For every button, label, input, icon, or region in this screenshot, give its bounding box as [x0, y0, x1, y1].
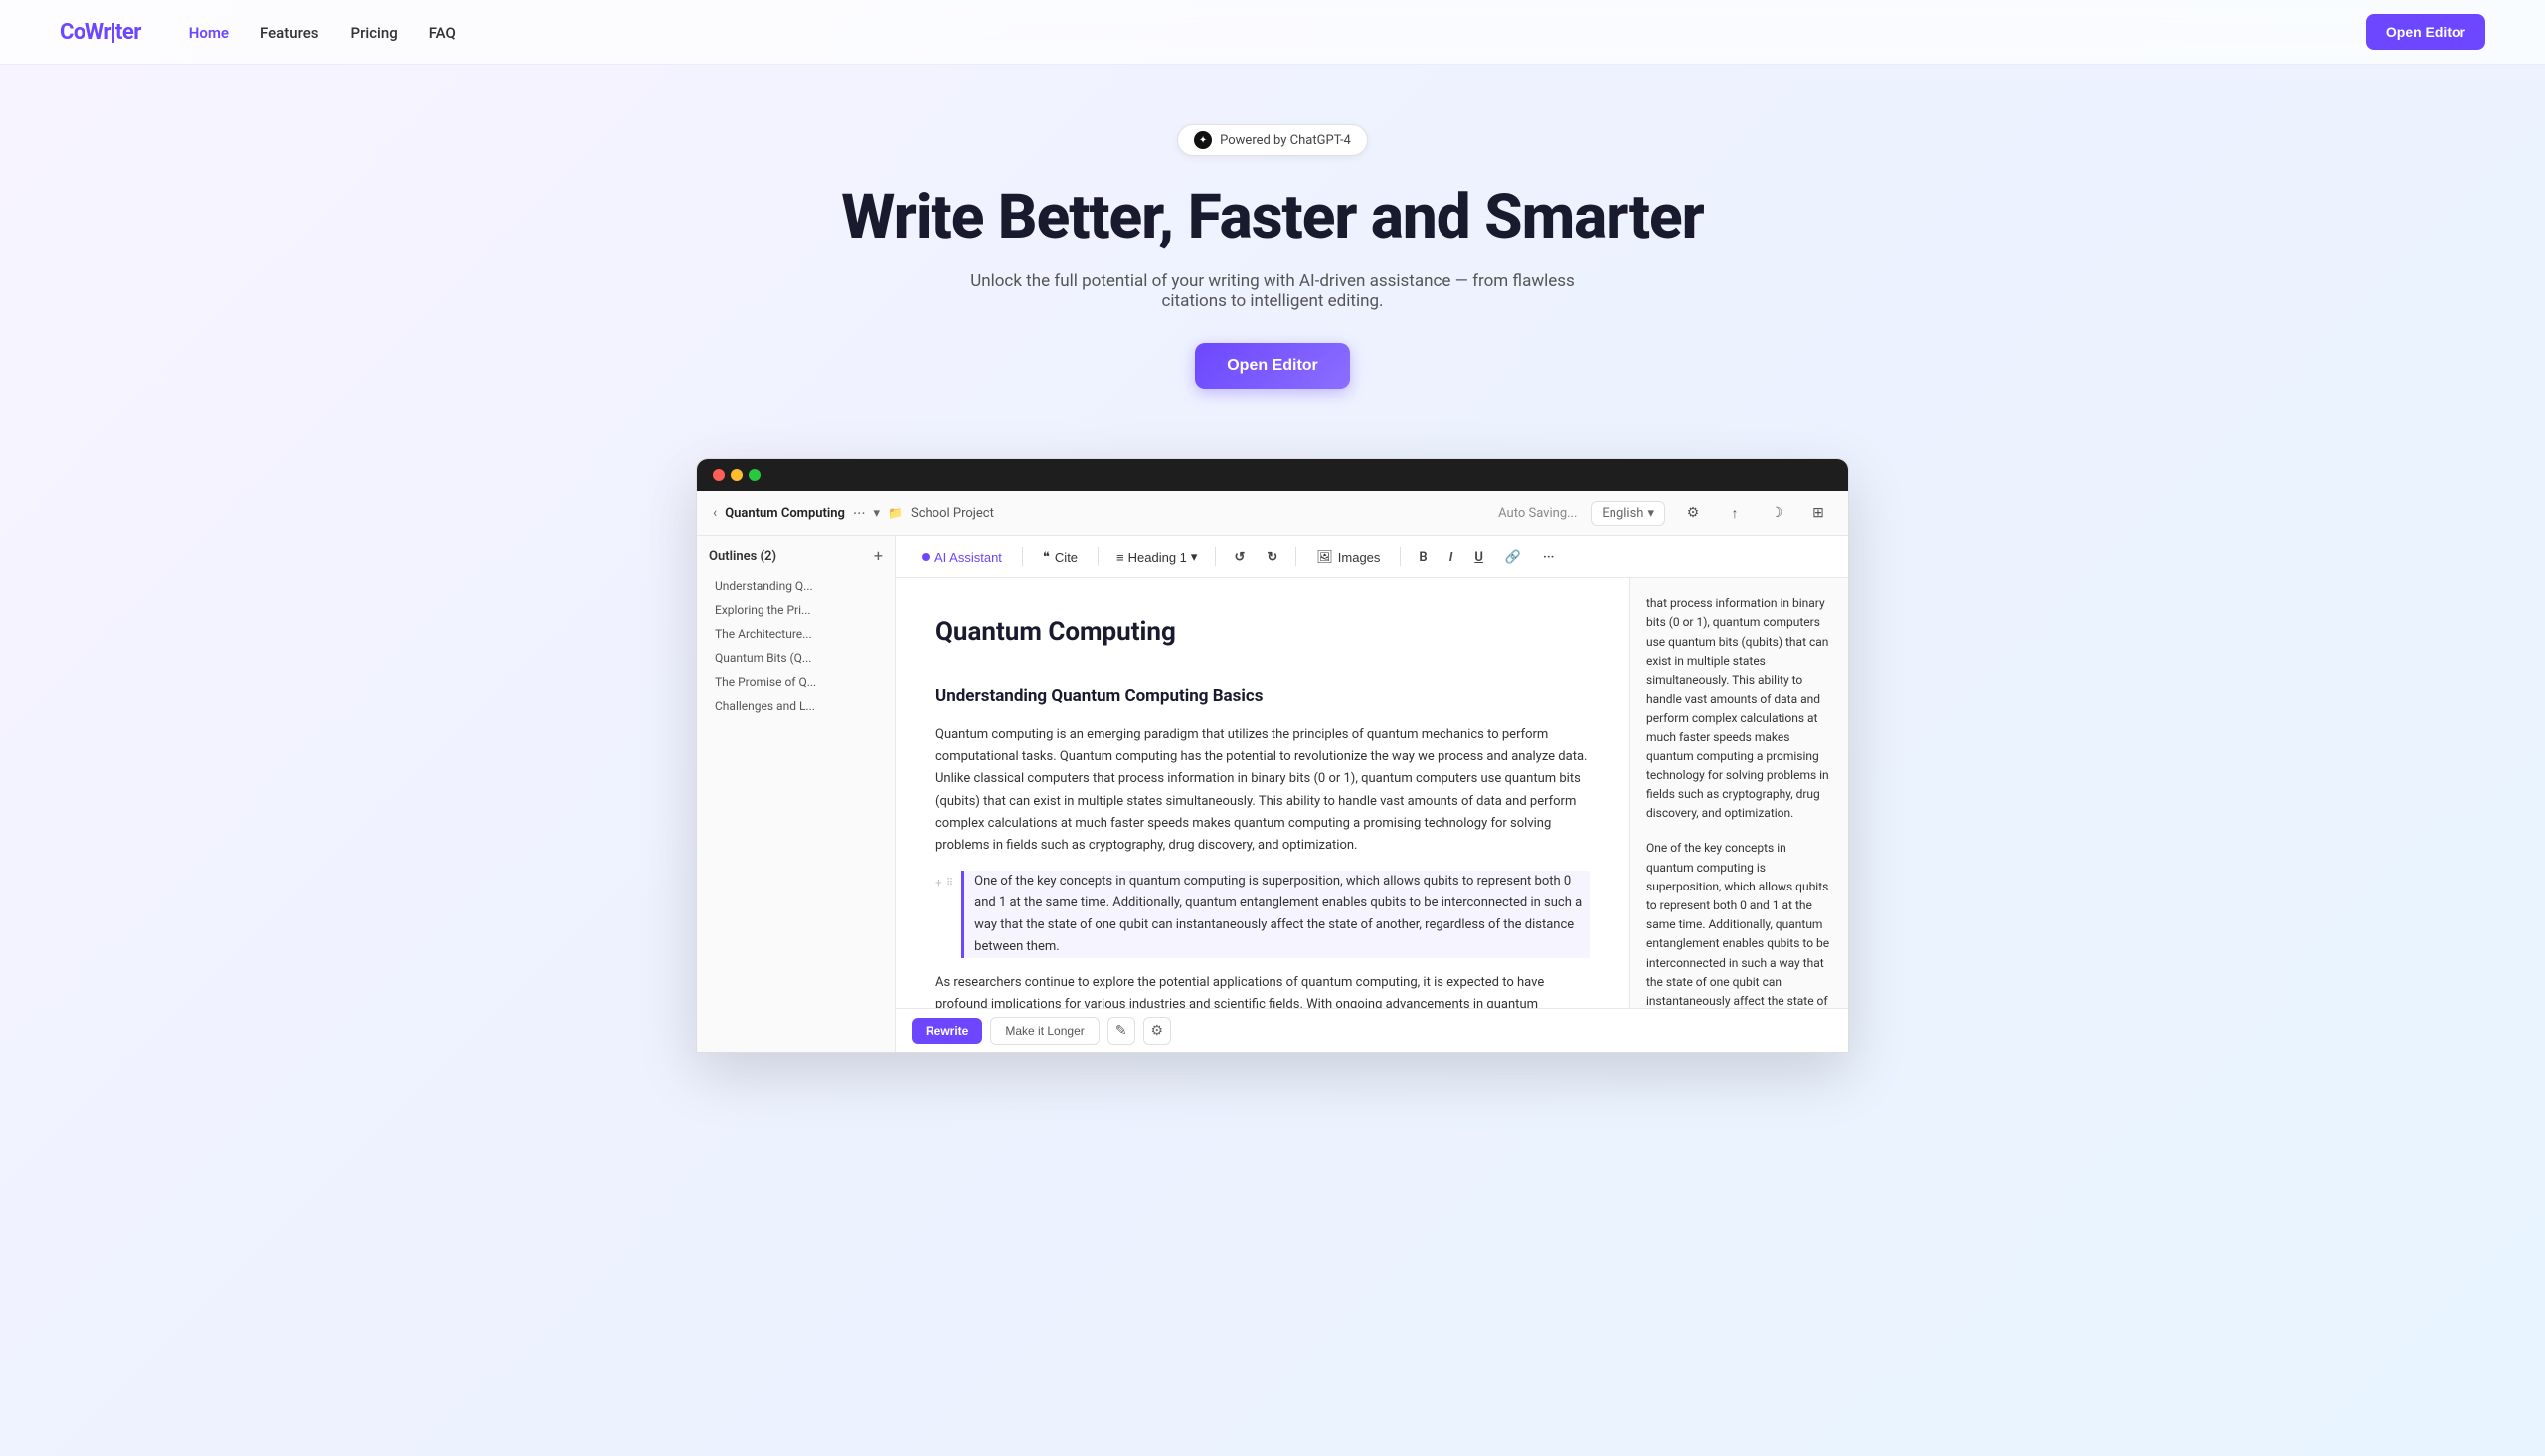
link-button[interactable]: 🔗	[1497, 545, 1529, 569]
nav-features[interactable]: Features	[260, 24, 318, 42]
logo-cursor	[112, 23, 114, 43]
navbar: CoWrter Home Features Pricing FAQ Open E…	[0, 0, 2545, 65]
more-toolbar-button[interactable]: ···	[1535, 545, 1562, 569]
outline-item-3[interactable]: The Architecture...	[709, 623, 883, 645]
share-icon[interactable]: ↑	[1721, 499, 1749, 527]
editor-content-area: Quantum Computing Understanding Quantum …	[896, 578, 1848, 1008]
document-title: Quantum Computing	[935, 610, 1590, 654]
italic-button[interactable]: I	[1442, 545, 1461, 569]
editor-frame: ‹ Quantum Computing ··· ▾ 📁 School Proje…	[696, 458, 1849, 1053]
language-selector[interactable]: English ▾	[1591, 501, 1665, 526]
underline-button[interactable]: U	[1466, 545, 1491, 569]
toolbar-divider-1	[1022, 547, 1023, 566]
ai-assistant-label: AI Assistant	[934, 550, 1002, 565]
editor-bottom-bar: Rewrite Make it Longer ✎ ⚙	[896, 1008, 1848, 1052]
edit-icon-button[interactable]: ✎	[1107, 1017, 1135, 1045]
dot-minimize	[731, 469, 743, 481]
hero-subtext: Unlock the full potential of your writin…	[964, 271, 1581, 311]
cite-label: Cite	[1055, 550, 1078, 565]
editor-right-panel: that process information in binary bits …	[1629, 578, 1848, 1008]
add-outline-button[interactable]: +	[874, 548, 883, 564]
hero-section: ✦ Powered by ChatGPT-4 Write Better, Fas…	[0, 65, 2545, 418]
paragraph-2: One of the key concepts in quantum compu…	[961, 871, 1590, 958]
topbar-right: Auto Saving... English ▾ ⚙ ↑ ☽ ⊞	[1498, 499, 1832, 527]
nav-open-editor-button[interactable]: Open Editor	[2366, 14, 2485, 50]
right-panel-para-2: One of the key concepts in quantum compu…	[1646, 839, 1832, 1008]
logo-text-2: ter	[115, 20, 141, 45]
rewrite-button[interactable]: Rewrite	[912, 1018, 982, 1044]
paragraph-1: Quantum computing is an emerging paradig…	[935, 725, 1590, 857]
right-panel-para-1: that process information in binary bits …	[1646, 594, 1832, 823]
hero-headline: Write Better, Faster and Smarter	[20, 184, 2525, 251]
ai-dot-icon	[922, 553, 930, 561]
settings-icon-button[interactable]: ⚙	[1143, 1017, 1171, 1045]
heading-chevron-icon: ▾	[1191, 549, 1198, 565]
images-label: Images	[1338, 550, 1381, 565]
toolbar-divider-4	[1295, 547, 1296, 566]
toolbar-divider-2	[1098, 547, 1099, 566]
settings-icon[interactable]: ⚙	[1679, 499, 1707, 527]
folder-icon: 📁	[888, 506, 903, 520]
hero-open-editor-button[interactable]: Open Editor	[1195, 343, 1350, 389]
outline-item-4[interactable]: Quantum Bits (Q...	[709, 647, 883, 669]
editor-body: Outlines (2) + Understanding Q... Explor…	[697, 536, 1848, 1052]
openai-icon: ✦	[1194, 131, 1212, 149]
outlines-title: Outlines (2)	[709, 549, 776, 564]
cite-button[interactable]: ❝ Cite	[1033, 544, 1088, 569]
bold-button[interactable]: B	[1411, 545, 1435, 569]
editor-wrapper: ‹ Quantum Computing ··· ▾ 📁 School Proje…	[676, 458, 1869, 1053]
paragraph-3: As researchers continue to explore the p…	[935, 972, 1590, 1008]
outlines-header: Outlines (2) +	[709, 548, 883, 564]
more-options-button[interactable]: ···	[853, 504, 866, 523]
back-arrow-icon[interactable]: ‹	[713, 505, 717, 521]
outline-item-2[interactable]: Exploring the Pri...	[709, 599, 883, 621]
heading-icon: ≡	[1116, 550, 1124, 565]
handle-drag-icon[interactable]: ⠿	[946, 875, 953, 891]
heading-selector[interactable]: ≡ Heading 1 ▾	[1108, 545, 1205, 568]
cite-icon: ❝	[1043, 549, 1050, 565]
editor-sidebar: Outlines (2) + Understanding Q... Explor…	[697, 536, 896, 1052]
outline-item-1[interactable]: Understanding Q...	[709, 575, 883, 597]
undo-button[interactable]: ↺	[1226, 545, 1253, 569]
para-handle: + ⠿	[935, 871, 953, 892]
make-longer-button[interactable]: Make it Longer	[990, 1017, 1099, 1045]
project-label: School Project	[911, 506, 994, 521]
doc-title-topbar: Quantum Computing	[725, 506, 845, 521]
moon-icon[interactable]: ☽	[1763, 499, 1790, 527]
nav-links: Home Features Pricing FAQ	[189, 23, 2366, 42]
editor-topbar: ‹ Quantum Computing ··· ▾ 📁 School Proje…	[697, 491, 1848, 536]
paragraph-2-wrapper: + ⠿ One of the key concepts in quantum c…	[935, 871, 1590, 958]
toolbar-divider-5	[1400, 547, 1401, 566]
language-label: English	[1602, 506, 1643, 521]
auto-save-status: Auto Saving...	[1498, 506, 1577, 521]
image-icon: 🖼	[1316, 549, 1333, 565]
handle-plus-icon[interactable]: +	[935, 873, 942, 892]
nav-faq[interactable]: FAQ	[429, 24, 456, 42]
nav-pricing[interactable]: Pricing	[351, 24, 398, 42]
toolbar-divider-3	[1215, 547, 1216, 566]
dot-maximize	[749, 469, 761, 481]
outline-item-5[interactable]: The Promise of Q...	[709, 671, 883, 693]
badge-text: Powered by ChatGPT-4	[1220, 133, 1351, 148]
lang-chevron-icon: ▾	[1647, 506, 1654, 521]
nav-home[interactable]: Home	[189, 24, 229, 42]
redo-button[interactable]: ↻	[1259, 545, 1285, 569]
topbar-left: ‹ Quantum Computing ··· ▾ 📁 School Proje…	[713, 504, 994, 523]
dot-close	[713, 469, 725, 481]
editor-main-content[interactable]: Quantum Computing Understanding Quantum …	[896, 578, 1629, 1008]
images-button[interactable]: 🖼 Images	[1306, 544, 1390, 569]
outline-item-6[interactable]: Challenges and L...	[709, 695, 883, 717]
chevron-down-icon[interactable]: ▾	[874, 506, 881, 521]
ai-assistant-button[interactable]: AI Assistant	[912, 545, 1012, 569]
powered-badge: ✦ Powered by ChatGPT-4	[1177, 124, 1368, 156]
columns-icon[interactable]: ⊞	[1804, 499, 1832, 527]
editor-titlebar	[697, 459, 1848, 491]
editor-main-wrapper: AI Assistant ❝ Cite ≡ Heading 1 ▾ ↺	[896, 536, 1848, 1052]
titlebar-dots	[713, 469, 761, 481]
logo: CoWrter	[60, 20, 141, 45]
editor-toolbar: AI Assistant ❝ Cite ≡ Heading 1 ▾ ↺	[896, 536, 1848, 578]
section-title: Understanding Quantum Computing Basics	[935, 682, 1590, 711]
heading-label: Heading 1	[1128, 550, 1187, 565]
logo-text-1: CoWr	[60, 20, 111, 45]
